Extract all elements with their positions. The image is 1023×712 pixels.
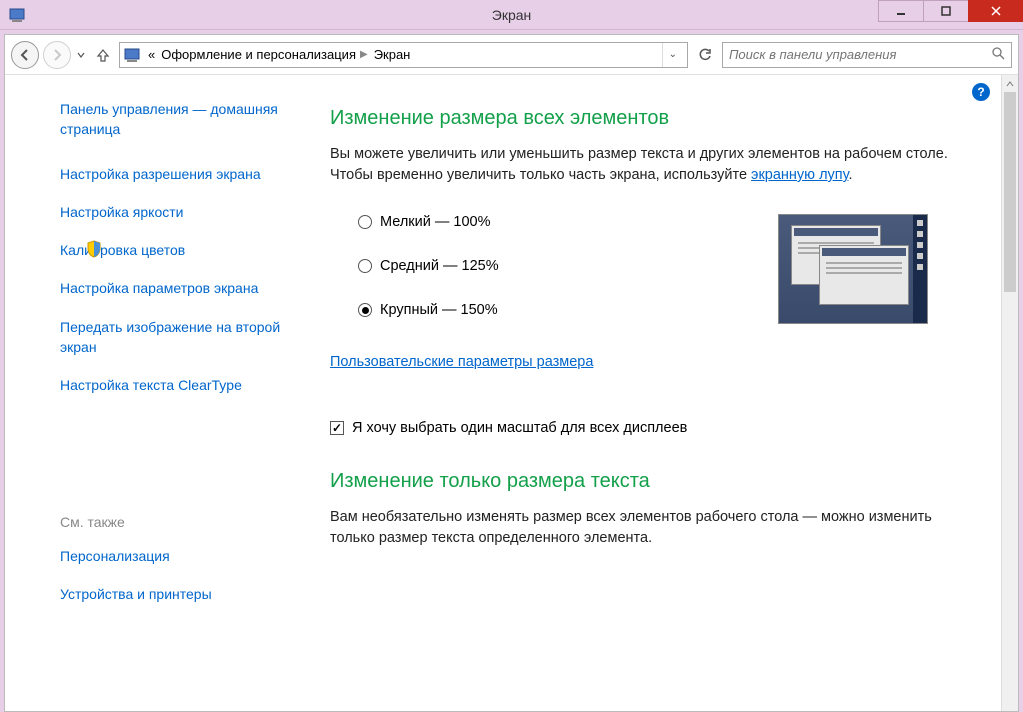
see-also-personalization[interactable]: Персонализация bbox=[60, 546, 290, 566]
heading-resize-all: Изменение размера всех элементов bbox=[330, 107, 978, 130]
minimize-button[interactable] bbox=[878, 0, 924, 22]
up-button[interactable] bbox=[91, 43, 115, 67]
refresh-button[interactable] bbox=[692, 42, 718, 68]
history-dropdown[interactable] bbox=[75, 49, 87, 61]
desc-text-b: . bbox=[848, 167, 852, 183]
single-scale-checkbox[interactable] bbox=[330, 421, 344, 435]
description-resize-all: Вы можете увеличить или уменьшить размер… bbox=[330, 144, 978, 186]
single-scale-label: Я хочу выбрать один масштаб для всех дис… bbox=[352, 420, 687, 436]
forward-button[interactable] bbox=[43, 41, 71, 69]
scroll-up-icon[interactable] bbox=[1002, 75, 1018, 92]
scroll-thumb[interactable] bbox=[1004, 92, 1016, 292]
close-button[interactable] bbox=[968, 0, 1023, 22]
back-button[interactable] bbox=[11, 41, 39, 69]
breadcrumb-ellipsis[interactable]: « bbox=[148, 47, 155, 62]
chevron-right-icon: ▶ bbox=[360, 49, 368, 60]
system-icon[interactable] bbox=[8, 5, 28, 25]
preview-image bbox=[778, 214, 928, 324]
breadcrumb-parent[interactable]: Оформление и персонализация ▶ bbox=[161, 47, 367, 62]
heading-text-size: Изменение только размера текста bbox=[330, 470, 978, 493]
breadcrumb-parent-label: Оформление и персонализация bbox=[161, 47, 356, 62]
sidebar-link-resolution[interactable]: Настройка разрешения экрана bbox=[60, 164, 290, 184]
radio-small-label: Мелкий — 100% bbox=[380, 214, 490, 230]
location-icon bbox=[124, 46, 142, 64]
search-box[interactable] bbox=[722, 42, 1012, 68]
breadcrumb-current[interactable]: Экран bbox=[374, 47, 411, 62]
radio-large[interactable]: Крупный — 150% bbox=[358, 302, 499, 318]
radio-small[interactable]: Мелкий — 100% bbox=[358, 214, 499, 230]
radio-icon bbox=[358, 215, 372, 229]
custom-sizing-link[interactable]: Пользовательские параметры размера bbox=[330, 354, 593, 370]
sidebar-link-cleartype[interactable]: Настройка текста ClearType bbox=[60, 375, 290, 395]
see-also-header: См. также bbox=[60, 514, 290, 530]
help-icon[interactable]: ? bbox=[972, 83, 990, 101]
address-bar[interactable]: « Оформление и персонализация ▶ Экран ⌄ bbox=[119, 42, 688, 68]
see-also-devices[interactable]: Устройства и принтеры bbox=[60, 584, 290, 604]
window-title: Экран bbox=[0, 7, 1023, 23]
shield-icon bbox=[85, 240, 103, 258]
control-panel-home-link[interactable]: Панель управления — домашняя страница bbox=[60, 99, 290, 140]
radio-medium[interactable]: Средний — 125% bbox=[358, 258, 499, 274]
radio-icon-selected bbox=[358, 303, 372, 317]
address-dropdown[interactable]: ⌄ bbox=[662, 43, 683, 67]
maximize-button[interactable] bbox=[923, 0, 969, 22]
sidebar-link-second-screen[interactable]: Передать изображение на второй экран bbox=[60, 317, 290, 358]
desc-text-a: Вы можете увеличить или уменьшить размер… bbox=[330, 146, 948, 183]
sidebar-link-display-params[interactable]: Настройка параметров экрана bbox=[60, 278, 290, 298]
radio-large-label: Крупный — 150% bbox=[380, 302, 498, 318]
search-icon bbox=[991, 46, 1005, 63]
magnifier-link[interactable]: экранную лупу bbox=[751, 167, 848, 183]
sidebar-link-brightness[interactable]: Настройка яркости bbox=[60, 202, 290, 222]
vertical-scrollbar[interactable] bbox=[1001, 75, 1018, 711]
search-input[interactable] bbox=[729, 47, 1005, 62]
description-text-size: Вам необязательно изменять размер всех э… bbox=[330, 507, 978, 549]
radio-medium-label: Средний — 125% bbox=[380, 258, 499, 274]
radio-icon bbox=[358, 259, 372, 273]
